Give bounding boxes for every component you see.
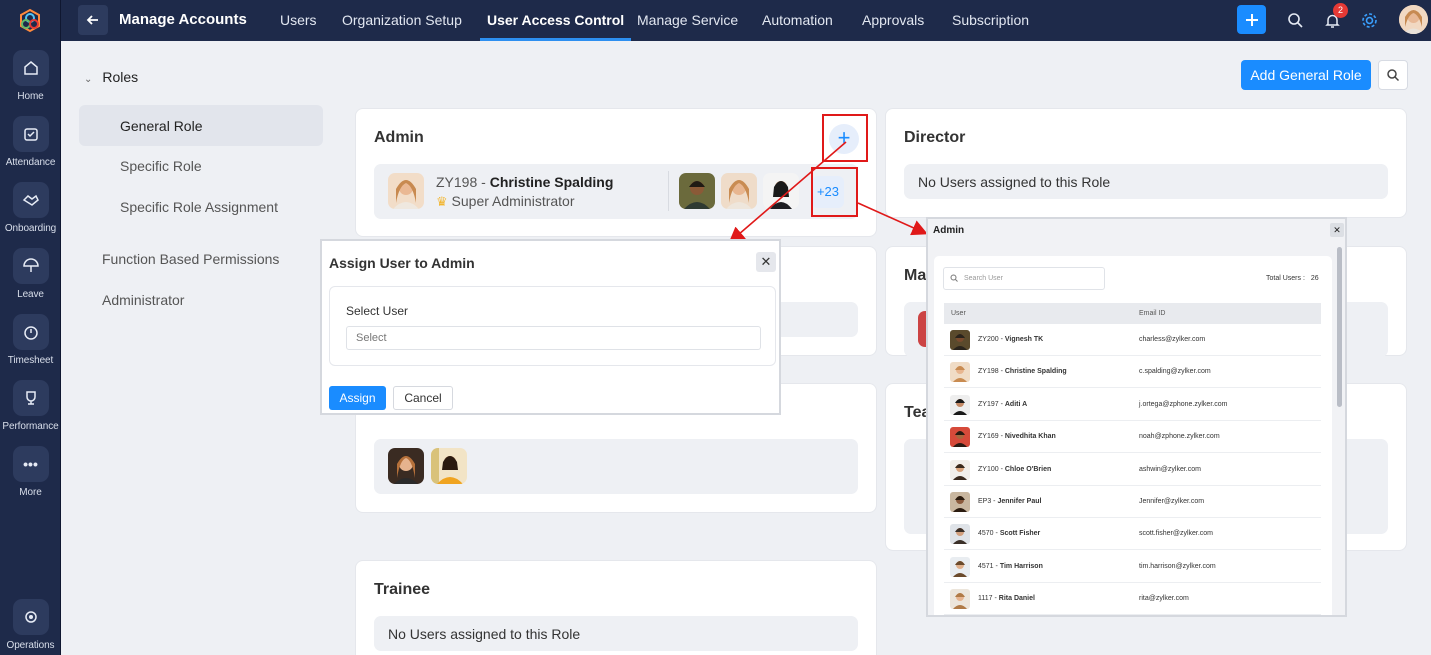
user-name: Tim Harrison: [999, 562, 1043, 570]
table-row[interactable]: ZY197 - Aditi A j.ortega@zphone.zylker.co…: [944, 389, 1321, 421]
user-id: ZY198: [978, 368, 999, 376]
column-header-user: User: [951, 310, 966, 317]
close-button[interactable]: ✕: [1330, 223, 1344, 237]
admin-users-popup: Admin ✕ Search User Total Users : 26 User…: [926, 217, 1347, 617]
table-row[interactable]: 4571 - Tim Harrison tim.harrison@zylker.c…: [944, 551, 1321, 583]
avatar: [950, 427, 970, 448]
user-cell: ZY200 - Vignesh TK: [978, 336, 1044, 343]
search-icon: [950, 274, 958, 282]
total-users-label: Total Users :: [1266, 275, 1305, 282]
user-name: Jennifer Paul: [997, 498, 1042, 505]
user-id: ZY200: [978, 336, 999, 343]
user-cell: 4571 - Tim Harrison: [978, 562, 1043, 570]
dialog-title: Assign User to Admin: [329, 255, 475, 271]
user-cell: EP3 - Jennifer Paul: [978, 498, 1042, 505]
table-row[interactable]: 1117 - Rita Daniel rita@zylker.com: [944, 583, 1321, 615]
avatar: [950, 459, 970, 480]
table-row[interactable]: ZY200 - Vignesh TK charless@zylker.com: [944, 324, 1321, 356]
avatar: [950, 362, 970, 383]
avatar: [950, 524, 970, 545]
assign-user-dialog: Assign User to Admin ✕ Select User Selec…: [320, 239, 781, 415]
close-icon: ✕: [1333, 225, 1341, 235]
popup-title: Admin: [933, 225, 965, 236]
user-cell: 1117 - Rita Daniel: [978, 595, 1035, 603]
user-id: EP3: [978, 498, 992, 505]
email-cell: charless@zylker.com: [1139, 336, 1206, 343]
email-cell: j.ortega@zphone.zylker.com: [1139, 400, 1228, 408]
user-id: ZY100: [978, 465, 999, 473]
total-users-value: 26: [1310, 275, 1319, 282]
user-id: 4570: [978, 530, 994, 538]
avatar: [950, 556, 970, 577]
select-user-label: Select User: [346, 304, 409, 318]
user-cell: ZY197 - Aditi A: [978, 400, 1028, 408]
table-header: User Email ID: [944, 303, 1321, 324]
email-cell: tim.harrison@zylker.com: [1139, 562, 1216, 570]
total-users: Total Users : 26: [1266, 275, 1319, 282]
table-row[interactable]: 4570 - Scott Fisher scott.fisher@zylker.c…: [944, 518, 1321, 551]
user-name: Chloe O'Brien: [1004, 465, 1052, 473]
user-id: ZY197: [978, 400, 999, 408]
user-name: Vignesh TK: [1004, 336, 1044, 343]
email-cell: noah@zphone.zylker.com: [1139, 433, 1220, 441]
email-cell: Jennifer@zylker.com: [1139, 498, 1205, 505]
user-cell: ZY100 - Chloe O'Brien: [978, 465, 1052, 473]
avatar: [950, 330, 970, 350]
table-row[interactable]: ZY198 - Christine Spalding c.spalding@zyl…: [944, 356, 1321, 389]
avatar: [950, 492, 970, 512]
table-row[interactable]: ZY169 - Nivedhita Khan noah@zphone.zylker…: [944, 421, 1321, 454]
user-cell: ZY198 - Christine Spalding: [978, 368, 1067, 376]
column-header-email: Email ID: [1139, 310, 1166, 317]
email-cell: scott.fisher@zylker.com: [1139, 530, 1214, 538]
select-user-dropdown[interactable]: Select: [346, 326, 761, 350]
cancel-button[interactable]: Cancel: [393, 386, 453, 410]
dialog-body: Select User Select: [329, 286, 776, 366]
user-name: Rita Daniel: [998, 595, 1035, 603]
avatar: [950, 589, 970, 610]
user-name: Nivedhita Khan: [1004, 433, 1056, 441]
search-user-input[interactable]: Search User: [943, 267, 1105, 290]
avatar: [950, 394, 970, 415]
arrow-to-popup: [857, 202, 928, 236]
assign-button[interactable]: Assign: [329, 386, 386, 410]
user-cell: ZY169 - Nivedhita Khan: [978, 433, 1056, 441]
table-row[interactable]: EP3 - Jennifer Paul Jennifer@zylker.com: [944, 486, 1321, 518]
user-name: Christine Spalding: [1004, 368, 1067, 376]
close-button[interactable]: ✕: [756, 252, 776, 272]
arrow-to-dialog: [728, 141, 847, 244]
user-id: ZY169: [978, 433, 999, 441]
close-icon: ✕: [760, 254, 772, 269]
user-name: Aditi A: [1004, 400, 1028, 408]
user-id: 1117: [978, 595, 993, 603]
user-id: 4571: [978, 562, 994, 570]
table-row[interactable]: ZY100 - Chloe O'Brien ashwin@zylker.com: [944, 454, 1321, 486]
popup-body: Search User Total Users : 26 User Email I…: [934, 256, 1332, 615]
email-cell: c.spalding@zylker.com: [1139, 368, 1211, 376]
user-cell: 4570 - Scott Fisher: [978, 530, 1041, 538]
scrollbar[interactable]: [1337, 247, 1342, 407]
user-name: Scott Fisher: [999, 530, 1041, 538]
search-placeholder: Search User: [964, 275, 1003, 282]
email-cell: ashwin@zylker.com: [1139, 465, 1201, 473]
email-cell: rita@zylker.com: [1139, 595, 1189, 603]
